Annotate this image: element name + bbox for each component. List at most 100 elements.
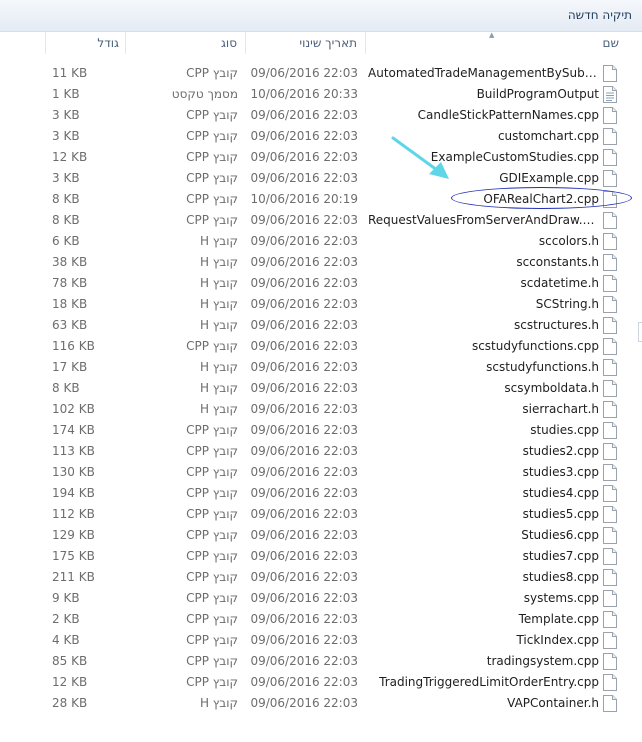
- file-type: קובץ CPP: [186, 465, 238, 479]
- file-row[interactable]: 2 KB קובץ CPP 09/06/2016 22:03 Template.cpp: [0, 609, 628, 630]
- file-icon: [603, 422, 617, 439]
- file-date: 09/06/2016 22:03: [250, 234, 358, 248]
- file-size: 102 KB: [52, 402, 95, 416]
- file-date: 09/06/2016 22:03: [250, 360, 358, 374]
- file-row[interactable]: 3 KB קובץ CPP 09/06/2016 22:03 CandleStickP…: [0, 105, 628, 126]
- file-row[interactable]: 6 KB קובץ H 09/06/2016 22:03 sccolors.h: [0, 231, 628, 252]
- file-name: studies5.cpp: [522, 507, 599, 521]
- file-row[interactable]: 4 KB קובץ CPP 09/06/2016 22:03 TickIndex.cp…: [0, 630, 628, 651]
- file-date: 09/06/2016 22:03: [250, 591, 358, 605]
- file-row[interactable]: 85 KB קובץ CPP 09/06/2016 22:03 tradingsyst…: [0, 651, 628, 672]
- file-name: scstructures.h: [514, 318, 599, 332]
- file-icon: [603, 401, 617, 418]
- file-type: קובץ CPP: [186, 675, 238, 689]
- file-name: sierrachart.h: [522, 402, 599, 416]
- column-header-name[interactable]: שם: [365, 32, 627, 54]
- file-type: קובץ CPP: [186, 654, 238, 668]
- file-type: קובץ CPP: [186, 507, 238, 521]
- file-date: 09/06/2016 22:03: [250, 570, 358, 584]
- file-size: 12 KB: [52, 675, 88, 689]
- new-folder-button[interactable]: תיקיה חדשה: [568, 8, 632, 22]
- file-type: קובץ CPP: [186, 339, 238, 353]
- file-icon: [603, 149, 617, 166]
- file-size: 8 KB: [52, 213, 80, 227]
- file-row[interactable]: 129 KB קובץ CPP 09/06/2016 22:03 Studies6.c…: [0, 525, 628, 546]
- file-row[interactable]: 116 KB קובץ CPP 09/06/2016 22:03 scstudyfun…: [0, 336, 628, 357]
- file-name: studies.cpp: [530, 423, 599, 437]
- file-name: AutomatedTradeManagementBySubgr...: [368, 66, 599, 80]
- file-date: 09/06/2016 22:03: [250, 213, 358, 227]
- file-size: 112 KB: [52, 507, 95, 521]
- file-row[interactable]: 78 KB קובץ H 09/06/2016 22:03 scdatetime.h: [0, 273, 628, 294]
- file-name: RequestValuesFromServerAndDraw.cpp: [368, 213, 599, 227]
- file-date: 09/06/2016 22:03: [250, 507, 358, 521]
- file-size: 12 KB: [52, 150, 88, 164]
- file-date: 09/06/2016 22:03: [250, 465, 358, 479]
- file-icon: [603, 548, 617, 565]
- file-type: קובץ CPP: [186, 444, 238, 458]
- file-icon: [603, 338, 617, 355]
- file-date: 09/06/2016 22:03: [250, 150, 358, 164]
- file-size: 116 KB: [52, 339, 95, 353]
- file-size: 130 KB: [52, 465, 95, 479]
- file-row[interactable]: 112 KB קובץ CPP 09/06/2016 22:03 studies5.c…: [0, 504, 628, 525]
- file-icon: [603, 170, 617, 187]
- file-size: 3 KB: [52, 171, 80, 185]
- file-type: קובץ H: [199, 696, 238, 710]
- file-icon: [603, 506, 617, 523]
- file-row[interactable]: 28 KB קובץ H 09/06/2016 22:03 VAPContainer.…: [0, 693, 628, 714]
- file-row[interactable]: 113 KB קובץ CPP 09/06/2016 22:03 studies2.c…: [0, 441, 628, 462]
- file-row[interactable]: 1 KB מסמך טקסט 10/06/2016 20:33 BuildProgra…: [0, 84, 628, 105]
- file-name: tradingsystem.cpp: [486, 654, 599, 668]
- file-date: 10/06/2016 20:19: [250, 192, 358, 206]
- file-row[interactable]: 174 KB קובץ CPP 09/06/2016 22:03 studies.cp…: [0, 420, 628, 441]
- file-name: scstudyfunctions.h: [486, 360, 599, 374]
- file-type: קובץ H: [199, 255, 238, 269]
- file-icon: [603, 611, 617, 628]
- file-row[interactable]: 63 KB קובץ H 09/06/2016 22:03 scstructures.…: [0, 315, 628, 336]
- column-header-size[interactable]: גודל: [45, 32, 125, 54]
- file-name: studies4.cpp: [522, 486, 599, 500]
- file-name: studies2.cpp: [522, 444, 599, 458]
- file-row[interactable]: 12 KB קובץ CPP 09/06/2016 22:03 ExampleCust…: [0, 147, 628, 168]
- file-row[interactable]: 194 KB קובץ CPP 09/06/2016 22:03 studies4.c…: [0, 483, 628, 504]
- file-row[interactable]: 17 KB קובץ H 09/06/2016 22:03 scstudyfuncti…: [0, 357, 628, 378]
- file-type: קובץ CPP: [186, 150, 238, 164]
- file-type: קובץ CPP: [186, 423, 238, 437]
- file-row[interactable]: 3 KB קובץ CPP 09/06/2016 22:03 GDIExample.c…: [0, 168, 628, 189]
- file-row[interactable]: 9 KB קובץ CPP 09/06/2016 22:03 systems.cpp: [0, 588, 628, 609]
- file-size: 174 KB: [52, 423, 95, 437]
- scrollbar[interactable]: [638, 322, 642, 342]
- file-date: 09/06/2016 22:03: [250, 276, 358, 290]
- file-row[interactable]: 11 KB קובץ CPP 09/06/2016 22:03 AutomatedTr…: [0, 63, 628, 84]
- file-row[interactable]: 18 KB קובץ H 09/06/2016 22:03 SCString.h: [0, 294, 628, 315]
- file-icon: [603, 317, 617, 334]
- file-size: 1 KB: [52, 87, 80, 101]
- file-type: קובץ H: [199, 276, 238, 290]
- file-row[interactable]: 38 KB קובץ H 09/06/2016 22:03 scconstants.h: [0, 252, 628, 273]
- file-icon: [603, 527, 617, 544]
- file-row[interactable]: 130 KB קובץ CPP 09/06/2016 22:03 studies3.c…: [0, 462, 628, 483]
- file-type: קובץ CPP: [186, 528, 238, 542]
- file-type: קובץ CPP: [186, 549, 238, 563]
- file-row[interactable]: 12 KB קובץ CPP 09/06/2016 22:03 TradingTrig…: [0, 672, 628, 693]
- file-row[interactable]: 175 KB קובץ CPP 09/06/2016 22:03 studies7.c…: [0, 546, 628, 567]
- file-date: 09/06/2016 22:03: [250, 549, 358, 563]
- column-header-date[interactable]: תאריך שינוי: [245, 32, 365, 54]
- file-name: BuildProgramOutput: [476, 87, 599, 101]
- file-row[interactable]: 102 KB קובץ H 09/06/2016 22:03 sierrachart.…: [0, 399, 628, 420]
- file-name: studies8.cpp: [522, 570, 599, 584]
- file-row[interactable]: 211 KB קובץ CPP 09/06/2016 22:03 studies8.c…: [0, 567, 628, 588]
- file-row[interactable]: 3 KB קובץ CPP 09/06/2016 22:03 customchart.…: [0, 126, 628, 147]
- file-name: scsymboldata.h: [504, 381, 599, 395]
- file-date: 09/06/2016 22:03: [250, 108, 358, 122]
- file-size: 8 KB: [52, 192, 80, 206]
- file-size: 78 KB: [52, 276, 88, 290]
- file-icon: [603, 674, 617, 691]
- file-icon: [603, 128, 617, 145]
- column-header-type[interactable]: סוג: [125, 32, 245, 54]
- file-row[interactable]: 8 KB קובץ CPP 09/06/2016 22:03 RequestValue…: [0, 210, 628, 231]
- file-date: 09/06/2016 22:03: [250, 402, 358, 416]
- file-size: 9 KB: [52, 591, 80, 605]
- file-row[interactable]: 8 KB קובץ H 09/06/2016 22:03 scsymboldata.h: [0, 378, 628, 399]
